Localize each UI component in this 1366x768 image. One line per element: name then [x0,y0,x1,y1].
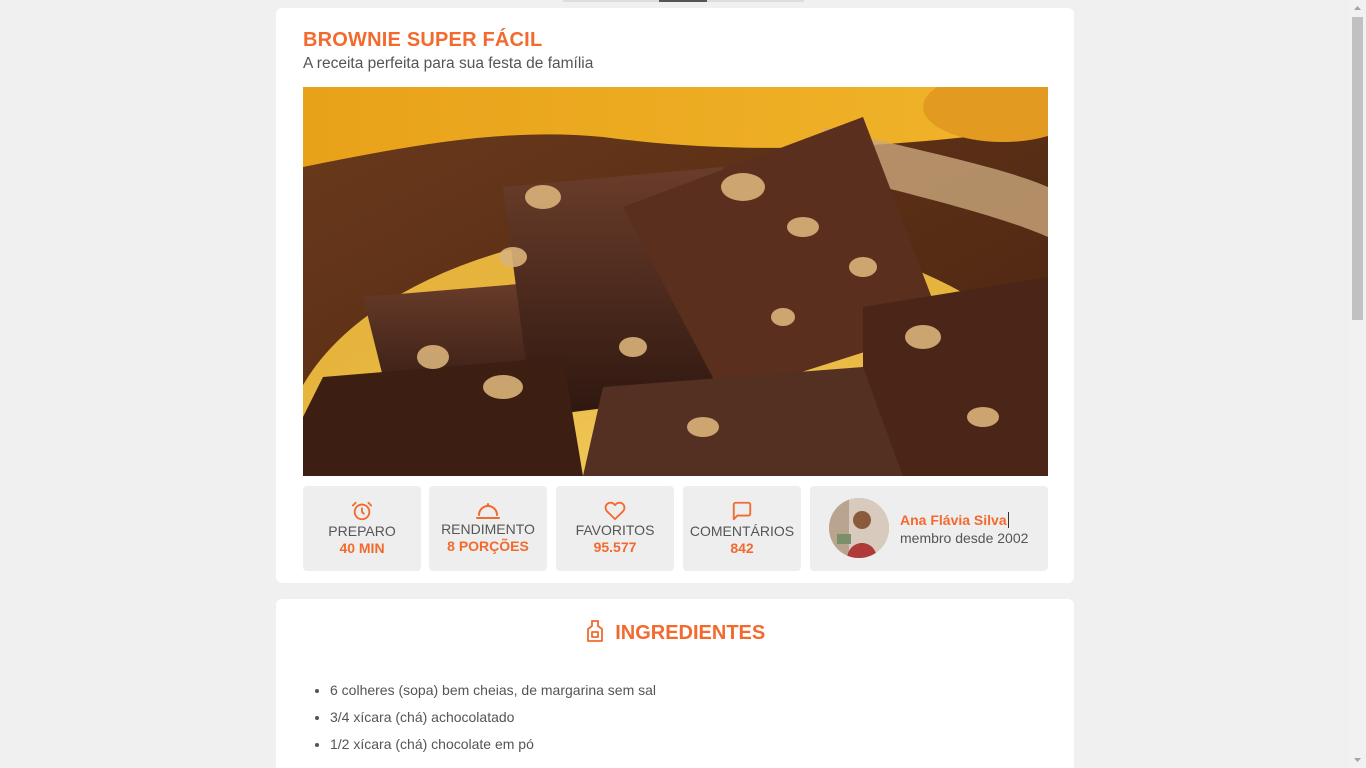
stat-rendimento: RENDIMENTO 8 PORÇÕES [429,486,547,571]
top-progress-indicator [563,0,804,2]
author-card[interactable]: Ana Flávia Silva membro desde 2002 [810,486,1048,571]
stat-value: 95.577 [593,539,637,555]
ingredients-card: INGREDIENTES 6 colheres (sopa) bem cheia… [276,599,1074,768]
ingredients-heading: INGREDIENTES [276,619,1074,648]
recipe-header-card: BROWNIE SUPER FÁCIL A receita perfeita p… [276,8,1074,583]
scroll-up-arrow-icon[interactable] [1349,0,1366,17]
stat-comentarios[interactable]: COMENTÁRIOS 842 [683,486,801,571]
list-item: 3/4 xícara (chá) achocolatado [330,708,656,735]
scrollbar-thumb[interactable] [1352,17,1363,320]
recipe-photo [303,87,1048,476]
stat-value: 8 PORÇÕES [447,538,529,554]
stat-value: 842 [730,540,754,556]
ingredients-title: INGREDIENTES [615,622,766,644]
stat-preparo: PREPARO 40 MIN [303,486,421,571]
avatar[interactable] [829,498,889,558]
stat-label: COMENTÁRIOS [689,523,795,539]
stat-label: RENDIMENTO [441,521,535,537]
ingredients-list: 6 colheres (sopa) bem cheias, de margari… [330,681,656,762]
recipe-subtitle: A receita perfeita para sua festa de fam… [303,55,594,72]
stat-label: FAVORITOS [575,522,655,538]
stat-favoritos[interactable]: FAVORITOS 95.577 [556,486,674,571]
recipe-title: BROWNIE SUPER FÁCIL [303,29,543,51]
author-member-since: membro desde 2002 [900,530,1029,546]
chef-apron-icon [585,619,605,648]
list-item: 6 colheres (sopa) bem cheias, de margari… [330,681,656,708]
stat-value: 40 MIN [339,540,385,556]
page-scrollbar[interactable] [1349,0,1366,768]
list-item: 1/2 xícara (chá) chocolate em pó [330,735,656,762]
author-name[interactable]: Ana Flávia Silva [900,512,1009,528]
stat-label: PREPARO [328,523,396,539]
scroll-down-arrow-icon[interactable] [1349,751,1366,768]
